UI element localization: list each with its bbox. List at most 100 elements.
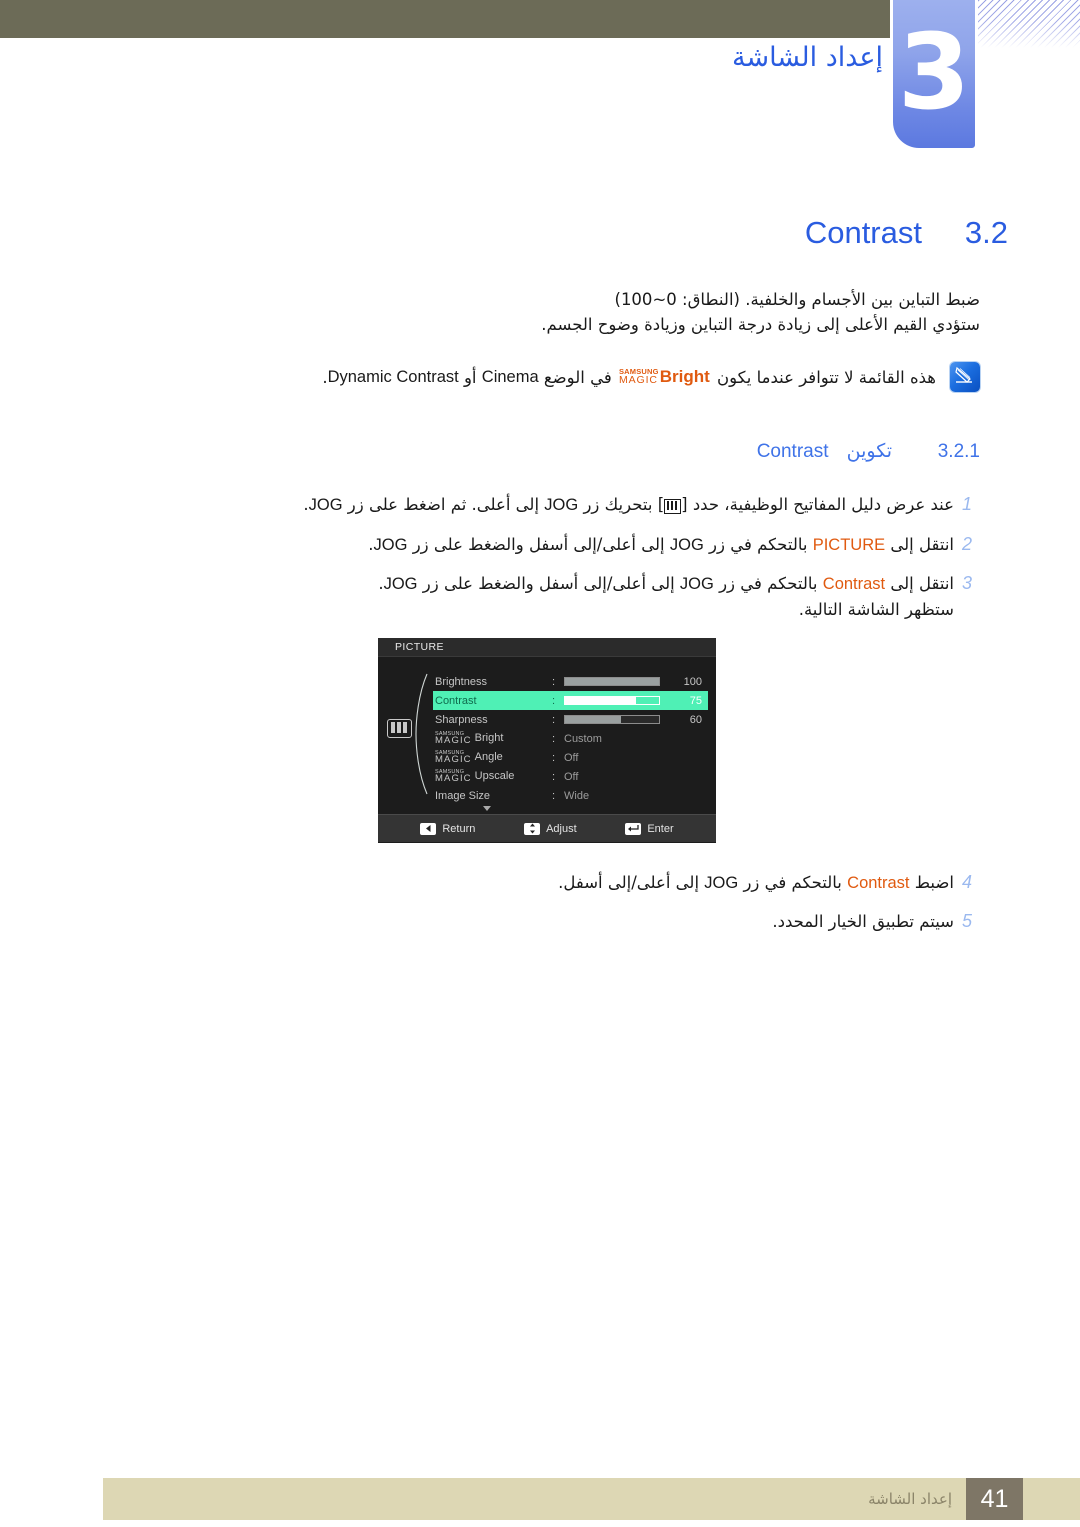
osd-row-label: Sharpness	[435, 713, 488, 726]
function-key-icon	[664, 494, 682, 519]
section-description: ضبط التباين بين الأجسام والخلفية. (النطا…	[140, 287, 980, 337]
osd-row-colon: :	[552, 751, 556, 764]
picture-bars-icon	[387, 719, 412, 738]
note-pen-icon	[950, 362, 980, 392]
osd-footer-button[interactable]: Adjust	[524, 822, 577, 835]
section-heading-number: 3.2	[964, 215, 1008, 250]
step-arabic-text: اضبط	[909, 873, 954, 892]
osd-menu-row[interactable]: SAMSUNG MAGIC Angle: Off	[433, 748, 708, 767]
osd-slider[interactable]	[564, 715, 660, 724]
note-text: هذه القائمة لا تتوافر عندما يكون SAMSUNG…	[322, 367, 936, 387]
osd-footer: Return Adjust Enter	[378, 814, 716, 842]
osd-screenshot: PICTURE Brightness: 100 Contrast: 75 Sharpne…	[378, 638, 716, 843]
section-heading-title: Contrast	[804, 215, 922, 250]
note-mode-cinema: Cinema	[481, 367, 539, 386]
step-number: 4	[961, 872, 972, 892]
osd-footer-button[interactable]: Return	[420, 822, 476, 835]
osd-scroll-down-icon[interactable]	[483, 806, 491, 811]
step-arabic-text: انتقل إلى	[885, 535, 954, 554]
step-text-line: عند عرض دليل المفاتيح الوظيفية، حدد [] ب…	[144, 492, 954, 519]
header-hatch-decoration	[978, 0, 1080, 48]
osd-footer-button[interactable]: Enter	[625, 822, 674, 835]
osd-row-label: Contrast	[435, 694, 477, 707]
step-item: 2 انتقل إلى PICTURE بالتحكم في زر JOG إلى…	[140, 532, 980, 558]
note-pen-glyph	[955, 366, 972, 383]
osd-menu-row[interactable]: Image Size: Wide	[433, 786, 708, 805]
magic-bright-word: Bright	[659, 367, 710, 386]
osd-slider[interactable]	[564, 696, 660, 705]
osd-footer-button-label: Enter	[647, 822, 674, 835]
step-latin-term: JOG	[383, 575, 418, 593]
osd-slider-fill	[565, 716, 622, 723]
step-item: 3 انتقل إلى Contrast بالتحكم في زر JOG إل…	[140, 571, 980, 622]
step-text-line: ستظهر الشاشة التالية.	[144, 597, 954, 622]
osd-menu-row[interactable]: Sharpness: 60	[433, 710, 708, 729]
chapter-title: إعداد الشاشة	[731, 42, 883, 73]
osd-menu-row[interactable]: Brightness: 100	[433, 672, 708, 691]
footer-page-number: 41	[966, 1478, 1023, 1520]
osd-row-colon: :	[552, 675, 556, 688]
osd-body: Brightness: 100 Contrast: 75 Sharpness: 60 SAM…	[378, 657, 716, 814]
note-row: هذه القائمة لا تتوافر عندما يكون SAMSUNG…	[140, 362, 980, 392]
osd-row-label-text: Upscale	[474, 770, 515, 783]
step-arabic-text: إلى أعلى. ثم اضغط على زر	[342, 495, 545, 514]
osd-option-value: Custom	[564, 732, 602, 745]
subsection-heading-number: 3.2.1	[937, 441, 980, 462]
osd-brace-decoration	[415, 673, 428, 795]
step-text: انتقل إلى Contrast بالتحكم في زر JOG إلى…	[140, 571, 954, 622]
description-line-1: ضبط التباين بين الأجسام والخلفية. (النطا…	[614, 290, 981, 309]
step-menu-name: Contrast	[822, 575, 886, 593]
osd-slider-value: 75	[689, 694, 702, 707]
steps-list-bottom: 4 اضبط Contrast بالتحكم في زر JOG إلى أعل…	[140, 870, 980, 947]
chapter-number: 3	[897, 11, 971, 133]
step-arabic-text: بالتحكم في زر	[738, 873, 848, 892]
subsection-title-latin: Contrast	[756, 441, 829, 462]
note-text-end: .	[322, 367, 328, 387]
steps-list-top: 1 عند عرض دليل المفاتيح الوظيفية، حدد [] …	[140, 492, 980, 635]
magic-logo-small: SAMSUNG MAGIC Upscale	[435, 770, 515, 784]
step-menu-name: PICTURE	[812, 536, 886, 554]
step-text: انتقل إلى PICTURE بالتحكم في زر JOG إلى …	[140, 532, 954, 558]
osd-row-label: SAMSUNG MAGIC Bright	[435, 732, 552, 746]
step-arabic-text: انتقل إلى	[885, 574, 954, 593]
note-text-middle: في الوضع	[543, 367, 612, 387]
osd-menu-row[interactable]: SAMSUNG MAGIC Upscale: Off	[433, 767, 708, 786]
step-item: 1 عند عرض دليل المفاتيح الوظيفية، حدد [] …	[140, 492, 980, 519]
step-latin-term: JOG	[679, 575, 714, 593]
osd-menu-row[interactable]: SAMSUNG MAGIC Bright: Custom	[433, 729, 708, 748]
step-text: اضبط Contrast بالتحكم في زر JOG إلى أعلى…	[140, 870, 954, 896]
osd-row-colon: :	[552, 732, 556, 745]
step-item: 4 اضبط Contrast بالتحكم في زر JOG إلى أعل…	[140, 870, 980, 896]
step-arabic-text: إلى أعلى/إلى أسفل.	[558, 873, 705, 892]
osd-slider-value: 60	[689, 713, 702, 726]
step-number: 3	[961, 573, 972, 593]
magic-magic-text: MAGIC	[435, 734, 472, 746]
step-arabic-text: عند عرض دليل المفاتيح الوظيفية، حدد [	[681, 495, 954, 514]
osd-row-colon: :	[552, 789, 556, 802]
osd-rows: Brightness: 100 Contrast: 75 Sharpness: 60 SAM…	[433, 672, 708, 805]
step-arabic-text: بالتحكم في زر	[713, 574, 823, 593]
magic-logo-small: SAMSUNG MAGIC Bright	[435, 732, 503, 746]
step-arabic-text: ستظهر الشاشة التالية.	[798, 600, 954, 619]
magic-magic-text: MAGIC	[435, 772, 472, 784]
osd-slider-fill	[565, 678, 659, 685]
osd-option-value: Off	[564, 770, 579, 783]
osd-slider[interactable]	[564, 677, 660, 686]
subsection-title-arabic: تكوين	[846, 440, 892, 462]
step-text: سيتم تطبيق الخيار المحدد.	[140, 909, 954, 934]
footer-chapter-label: إعداد الشاشة	[868, 1490, 952, 1508]
step-arabic-text: إلى أعلى/إلى أسفل والضغط على زر	[407, 535, 670, 554]
step-latin-term: JOG	[544, 496, 579, 514]
osd-menu-row[interactable]: Contrast: 75	[433, 691, 708, 710]
osd-option-value: Off	[564, 751, 579, 764]
step-arabic-text: إلى أعلى/إلى أسفل والضغط على زر	[417, 574, 680, 593]
osd-footer-button-label: Return	[442, 822, 476, 835]
step-number: 5	[961, 911, 972, 931]
osd-row-label: SAMSUNG MAGIC Angle	[435, 751, 552, 765]
osd-titlebar: PICTURE	[378, 638, 716, 657]
description-line-2: ستؤدي القيم الأعلى إلى زيادة درجة التباي…	[541, 315, 980, 334]
enter-key-icon	[625, 822, 642, 835]
section-heading: Contrast 3.2	[805, 215, 1008, 251]
osd-option-value: Wide	[564, 789, 590, 802]
note-text-before: هذه القائمة لا تتوافر عندما يكون	[717, 367, 936, 387]
